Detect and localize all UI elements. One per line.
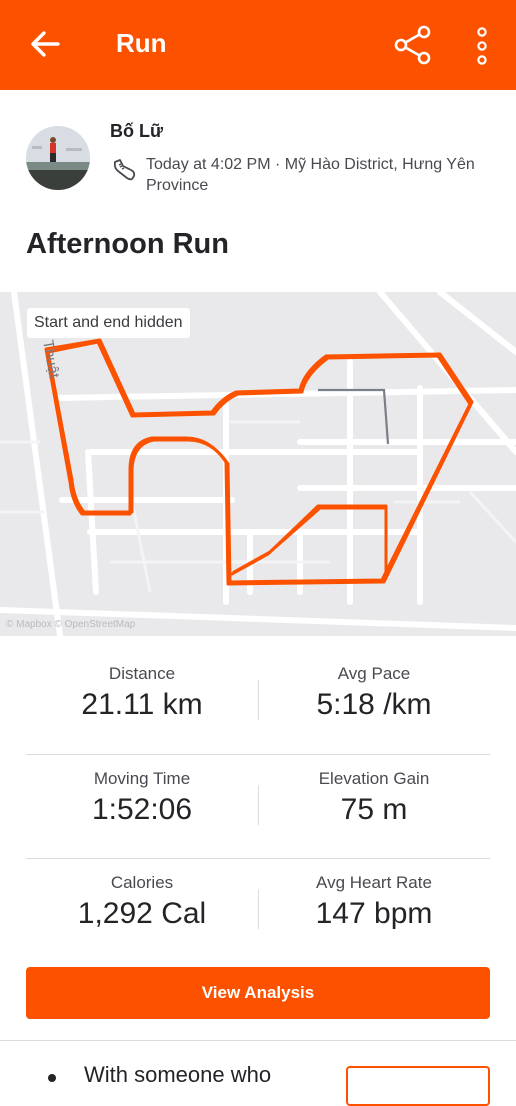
divider [0,1040,516,1041]
bullet-icon [48,1074,56,1082]
stats-row: Distance 21.11 km Avg Pace 5:18 /km [26,650,490,754]
route-map[interactable] [0,292,516,636]
app-bar: Run [0,0,516,90]
athlete-name[interactable]: Bố Lữ [110,121,163,142]
stat-value: 21.11 km [81,688,203,721]
stat-value: 1,292 Cal [77,897,207,930]
stat-value: 1:52:06 [91,793,193,826]
stats-row: Moving Time 1:52:06 Elevation Gain 75 m [26,754,490,858]
stat-label: Avg Pace [337,664,411,683]
athlete-header: Bố Lữ Today at 4:02 PM · Mỹ Hào District… [26,118,496,198]
social-action-button[interactable] [346,1066,490,1106]
view-analysis-button[interactable]: View Analysis [26,967,490,1019]
activity-meta: Today at 4:02 PM · Mỹ Hào District, Hưng… [146,156,475,194]
stat-label: Avg Heart Rate [316,873,432,892]
stat-label: Elevation Gain [318,769,430,788]
stat-label: Moving Time [93,769,191,788]
stat-label: Calories [110,873,174,892]
more-vertical-icon[interactable] [470,26,494,66]
social-prompt-text: With someone who [84,1062,272,1087]
stats-row: Calories 1,292 Cal Avg Heart Rate 147 bp… [26,858,490,962]
page-title: Run [116,28,167,58]
activity-title: Afternoon Run [26,228,229,260]
back-arrow-icon[interactable] [28,27,62,61]
share-icon[interactable] [392,24,434,66]
stats-grid: Distance 21.11 km Avg Pace 5:18 /km Movi… [26,650,490,962]
stat-value: 5:18 /km [316,688,432,721]
stat-value: 147 bpm [315,897,433,930]
stat-value: 75 m [340,793,408,826]
map-attribution[interactable]: © Mapbox © OpenStreetMap [6,619,135,630]
shoe-icon [113,159,136,181]
avatar[interactable] [26,126,90,190]
stat-label: Distance [108,664,176,683]
privacy-badge: Start and end hidden [27,308,190,338]
map-streets [0,292,516,636]
